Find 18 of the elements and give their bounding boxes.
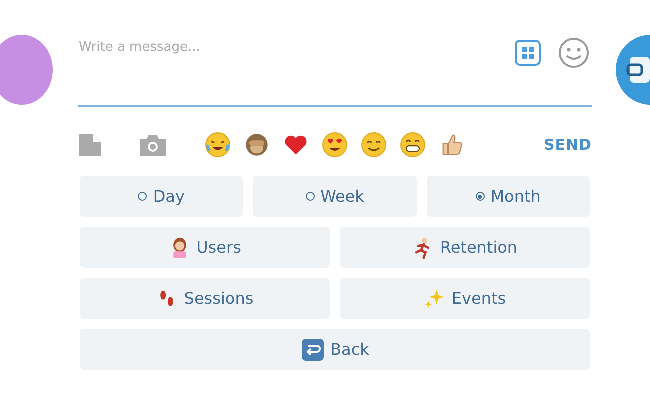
grinning-face-icon[interactable] (400, 132, 426, 158)
send-button[interactable]: SEND (544, 136, 592, 154)
robot-avatar-icon (616, 35, 650, 105)
heart-eyes-face-icon[interactable] (322, 132, 348, 158)
smiley-icon[interactable] (558, 37, 590, 69)
metric-button[interactable]: Users (80, 227, 330, 268)
avatar-circle (0, 35, 53, 105)
period-button[interactable]: Week (253, 176, 417, 217)
laughing-face-icon[interactable] (205, 132, 231, 158)
metric-button[interactable]: Retention (340, 227, 590, 268)
smiling-face-icon[interactable] (361, 132, 387, 158)
metric-button[interactable]: Sessions (80, 278, 330, 319)
message-field[interactable]: Write a message... (78, 40, 514, 55)
period-button[interactable]: Day (80, 176, 244, 217)
grid-icon[interactable] (514, 39, 542, 67)
metric-button[interactable]: Events (340, 278, 590, 319)
period-button[interactable]: Month (426, 176, 590, 217)
back-button[interactable]: Back (80, 329, 590, 370)
